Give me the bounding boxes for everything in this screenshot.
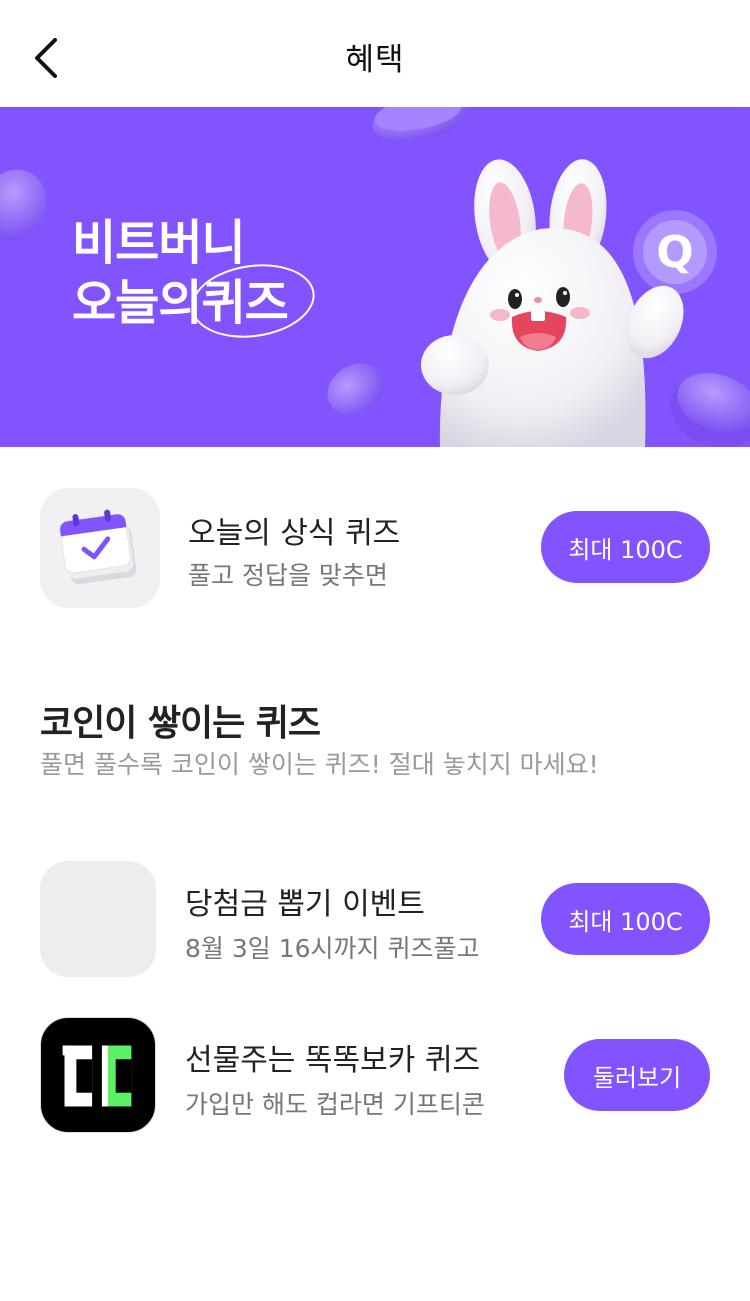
list-item-title: 당첨금 뽑기 이벤트 xyxy=(185,887,425,922)
list-item-subtitle: 가입만 해도 컵라면 기프티콘 xyxy=(185,1090,485,1119)
banner-title: 비트버니 오늘의 퀴즈 xyxy=(72,213,320,346)
quiz-banner[interactable]: Q 비트버니 오늘의 퀴즈 xyxy=(0,107,750,447)
list-item[interactable]: 선물주는 똑똑보카 퀴즈 가입만 해도 컵라면 기프티콘 둘러보기 xyxy=(40,1017,710,1133)
browse-button[interactable]: 둘러보기 xyxy=(564,1039,710,1111)
list-item[interactable]: 당첨금 뽑기 이벤트 8월 3일 16시까지 퀴즈풀고 최대 100C xyxy=(40,861,710,977)
svg-text:Q: Q xyxy=(656,227,693,278)
list-item-title: 선물주는 똑똑보카 퀴즈 xyxy=(185,1043,481,1078)
daily-quiz-title: 오늘의 상식 퀴즈 xyxy=(188,516,401,551)
banner-title-circled: 퀴즈 xyxy=(187,256,320,346)
calendar-check-icon xyxy=(59,509,137,585)
voca-logo-mark xyxy=(62,1045,132,1107)
section-title: 코인이 쌓이는 퀴즈 xyxy=(40,703,321,744)
daily-quiz-thumbnail xyxy=(40,488,160,608)
daily-quiz-subtitle: 풀고 정답을 맞추면 xyxy=(188,561,388,590)
coin-icon xyxy=(670,373,750,447)
ddokddok-voca-logo-icon xyxy=(40,1017,156,1133)
banner-title-prefix: 오늘의 xyxy=(72,275,202,331)
daily-quiz-reward-button[interactable]: 최대 100C xyxy=(541,511,710,583)
coin-icon xyxy=(327,363,385,415)
banner-title-line2: 오늘의 퀴즈 xyxy=(72,256,320,346)
daily-quiz-row[interactable]: 오늘의 상식 퀴즈 풀고 정답을 맞추면 최대 100C xyxy=(40,488,710,608)
placeholder-thumbnail xyxy=(40,861,156,977)
coin-icon xyxy=(0,169,47,241)
bunny-mascot-icon xyxy=(421,159,684,447)
reward-button[interactable]: 최대 100C xyxy=(541,883,710,955)
list-item-subtitle: 8월 3일 16시까지 퀴즈풀고 xyxy=(185,934,480,963)
top-bar: 혜택 xyxy=(0,0,750,107)
section-subtitle: 풀면 풀수록 코인이 쌓이는 퀴즈! 절대 놓치지 마세요! xyxy=(40,750,599,779)
page-title: 혜택 xyxy=(345,42,405,78)
coin-icon xyxy=(372,107,468,141)
